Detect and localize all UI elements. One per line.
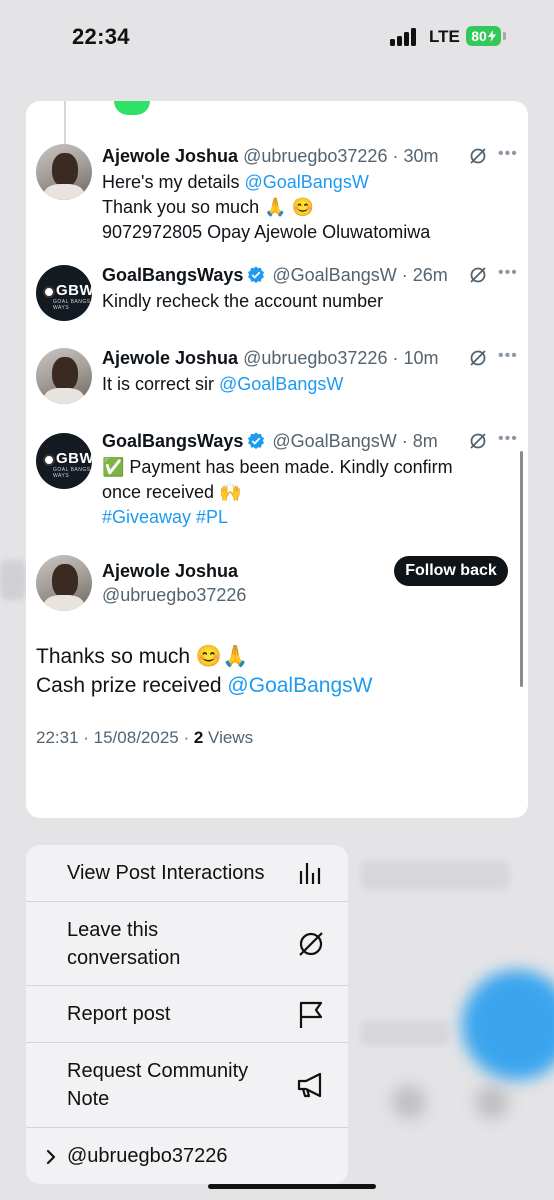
menu-item-leave-conversation[interactable]: Leave this conversation bbox=[26, 902, 348, 986]
verified-badge-icon bbox=[248, 266, 265, 283]
handle-time: @GoalBangsW · 26m bbox=[272, 265, 448, 285]
display-name[interactable]: GoalBangsWays bbox=[102, 431, 243, 451]
status-time: 22:34 bbox=[72, 24, 130, 49]
display-name[interactable]: Ajewole Joshua bbox=[102, 146, 238, 166]
handle-time: @ubruegbo37226 · 10m bbox=[243, 348, 439, 368]
more-icon[interactable]: ••• bbox=[498, 348, 517, 368]
avatar[interactable] bbox=[36, 348, 92, 404]
context-menu: View Post Interactions Leave this conver… bbox=[26, 845, 348, 1184]
mention-link[interactable]: @GoalBangsW bbox=[244, 172, 368, 192]
battery-tip bbox=[503, 32, 506, 40]
mute-conversation-icon bbox=[299, 932, 323, 956]
more-icon[interactable]: ••• bbox=[498, 265, 517, 285]
menu-item-request-community-note[interactable]: Request Community Note bbox=[26, 1043, 348, 1128]
home-indicator[interactable] bbox=[208, 1184, 376, 1189]
avatar[interactable] bbox=[36, 144, 92, 200]
menu-item-view-post-interactions[interactable]: View Post Interactions bbox=[26, 845, 348, 902]
tweet-header: GoalBangsWays @GoalBangsW · 8m bbox=[102, 431, 438, 453]
follow-back-button[interactable]: Follow back bbox=[394, 556, 508, 586]
timestamp: 22:31 · 15/08/2025 · bbox=[36, 728, 194, 747]
verified-badge-icon bbox=[248, 432, 265, 449]
more-icon[interactable]: ••• bbox=[498, 431, 517, 451]
cellular-signal-icon bbox=[390, 28, 420, 46]
avatar[interactable]: GBW GOAL BANGS WAYS bbox=[36, 265, 92, 321]
mute-conversation-icon[interactable] bbox=[468, 265, 488, 285]
hashtag-links[interactable]: #Giveaway #PL bbox=[102, 505, 453, 530]
avatar[interactable]: GBW GOAL BANGS WAYS bbox=[36, 433, 92, 489]
post-text: Thanks so much 😊🙏 Cash prize received @G… bbox=[36, 645, 373, 697]
menu-item-account[interactable]: @ubruegbo37226 bbox=[26, 1128, 348, 1184]
menu-item-report-post[interactable]: Report post bbox=[26, 986, 348, 1043]
tweet-text: Kindly recheck the account number bbox=[102, 291, 384, 311]
mention-link[interactable]: @GoalBangsW bbox=[219, 374, 343, 394]
views-label: Views bbox=[203, 728, 254, 747]
tweet-text: ✅ Payment has been made. Kindly confirm … bbox=[102, 455, 453, 530]
bar-chart-icon bbox=[299, 863, 321, 884]
tweet-text: It is correct sir @GoalBangsW bbox=[102, 374, 344, 394]
mention-link[interactable]: @GoalBangsW bbox=[227, 674, 372, 697]
network-type: LTE bbox=[429, 27, 460, 46]
mute-conversation-icon[interactable] bbox=[468, 146, 488, 166]
tweet-header: Ajewole Joshua @ubruegbo37226 · 10m bbox=[102, 348, 438, 370]
tweet-header: GoalBangsWays @GoalBangsW · 26m bbox=[102, 265, 448, 287]
display-name[interactable]: GoalBangsWays bbox=[102, 265, 243, 285]
status-bar: 22:34 LTE 80 bbox=[0, 0, 554, 80]
display-name[interactable]: Ajewole Joshua bbox=[102, 561, 238, 583]
post-preview-card[interactable]: Ajewole Joshua @ubruegbo37226 · 30m ••• … bbox=[26, 101, 528, 818]
tweet-header: Ajewole Joshua @ubruegbo37226 · 30m bbox=[102, 146, 438, 168]
battery-level: 80 bbox=[471, 28, 487, 44]
handle[interactable]: @ubruegbo37226 bbox=[102, 585, 246, 607]
scrollbar[interactable] bbox=[520, 451, 523, 687]
more-icon[interactable]: ••• bbox=[498, 146, 517, 166]
tweet-text: Here's my details @GoalBangsW Thank you … bbox=[102, 172, 431, 242]
handle-time: @ubruegbo37226 · 30m bbox=[243, 146, 439, 166]
flag-icon bbox=[299, 1001, 323, 1028]
post-meta: 22:31 · 15/08/2025 · 2 Views bbox=[36, 728, 253, 748]
chevron-right-icon bbox=[46, 1149, 56, 1165]
thread-line bbox=[64, 101, 66, 145]
avatar[interactable] bbox=[36, 555, 92, 611]
battery-icon: 80 bbox=[466, 26, 501, 46]
green-badge bbox=[114, 101, 150, 115]
mute-conversation-icon[interactable] bbox=[468, 431, 488, 451]
display-name[interactable]: Ajewole Joshua bbox=[102, 348, 238, 368]
mute-conversation-icon[interactable] bbox=[468, 348, 488, 368]
megaphone-icon bbox=[297, 1072, 322, 1098]
handle-time: @GoalBangsW · 8m bbox=[272, 431, 438, 451]
views-count[interactable]: 2 bbox=[194, 728, 203, 747]
